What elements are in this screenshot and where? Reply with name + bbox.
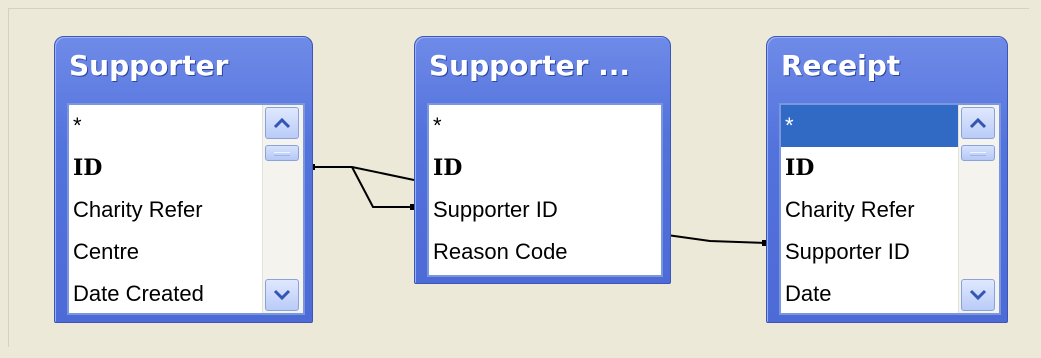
table-title[interactable]: Supporter ... xyxy=(429,49,662,83)
scroll-down-button[interactable] xyxy=(961,279,995,311)
scroll-up-button[interactable] xyxy=(265,107,299,139)
field-item-date-created[interactable]: Date Created xyxy=(69,273,263,313)
relationship-line-supporter-id xyxy=(313,166,415,181)
vertical-scrollbar[interactable] xyxy=(262,105,303,313)
field-item-centre[interactable]: Centre xyxy=(69,231,263,273)
field-item-date[interactable]: Date xyxy=(781,273,959,313)
relationship-line-receipt xyxy=(666,234,767,244)
chevron-up-icon xyxy=(969,117,987,129)
relationships-canvas: Supporter * ID Charity Refer Centre Date… xyxy=(0,0,1041,358)
scroll-thumb[interactable] xyxy=(265,145,299,161)
field-item-all[interactable]: * xyxy=(781,105,959,147)
field-item-all[interactable]: * xyxy=(429,105,661,147)
vertical-scrollbar[interactable] xyxy=(958,105,999,313)
table-window-receipt[interactable]: Receipt * ID Charity Refer Supporter ID … xyxy=(766,36,1008,323)
chevron-down-icon xyxy=(969,289,987,301)
chevron-up-icon xyxy=(273,117,291,129)
field-list[interactable]: * ID Charity Refer Centre Date Created xyxy=(67,103,305,315)
field-item-id[interactable]: ID xyxy=(781,147,959,189)
field-item-supporter-id[interactable]: Supporter ID xyxy=(429,189,661,231)
field-item-charity-refer[interactable]: Charity Refer xyxy=(781,189,959,231)
table-window-supporter[interactable]: Supporter * ID Charity Refer Centre Date… xyxy=(54,36,313,323)
field-item-charity-refer[interactable]: Charity Refer xyxy=(69,189,263,231)
scroll-down-button[interactable] xyxy=(265,279,299,311)
field-item-all[interactable]: * xyxy=(69,105,263,147)
scroll-thumb[interactable] xyxy=(961,145,995,161)
field-item-supporter-id[interactable]: Supporter ID xyxy=(781,231,959,273)
table-title[interactable]: Supporter xyxy=(69,49,304,83)
table-window-supporter-reason[interactable]: Supporter ... * ID Supporter ID Reason C… xyxy=(414,36,671,284)
field-item-id[interactable]: ID xyxy=(69,147,263,189)
table-title[interactable]: Receipt xyxy=(781,49,999,83)
field-item-id[interactable]: ID xyxy=(429,147,661,189)
scroll-up-button[interactable] xyxy=(961,107,995,139)
field-list[interactable]: * ID Charity Refer Supporter ID Date xyxy=(779,103,1001,315)
field-list[interactable]: * ID Supporter ID Reason Code xyxy=(427,103,663,277)
field-item-reason-code[interactable]: Reason Code xyxy=(429,231,661,273)
chevron-down-icon xyxy=(273,289,291,301)
